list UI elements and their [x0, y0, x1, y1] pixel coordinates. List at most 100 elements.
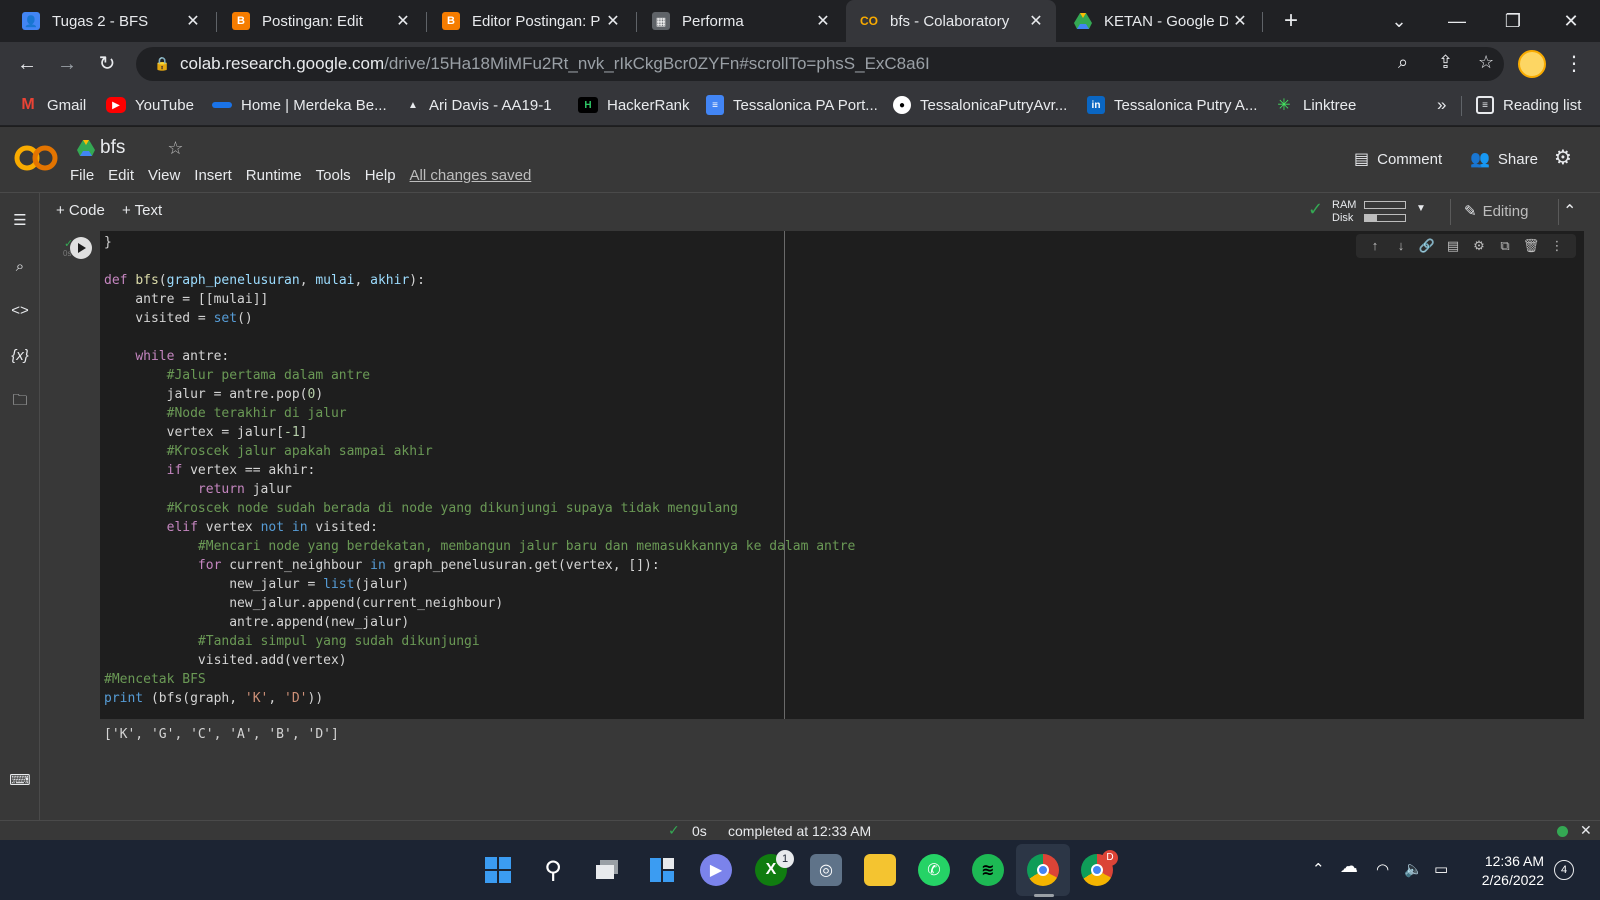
volume-icon[interactable]: 🔈 [1404, 860, 1423, 878]
bookmark-ari-davis[interactable]: ▲ Ari Davis - AA19-1 [406, 86, 552, 124]
cell-settings-icon[interactable]: ⚙ [1466, 234, 1492, 258]
add-text-button[interactable]: + Text [122, 202, 162, 219]
search-icon[interactable]: ⌕ [8, 255, 32, 279]
file-explorer-icon[interactable] [864, 854, 896, 886]
share-page-icon[interactable]: ⇪ [1438, 52, 1453, 73]
collapse-header-icon[interactable]: ⌃ [1563, 201, 1576, 221]
menu-insert[interactable]: Insert [194, 167, 232, 184]
menu-file[interactable]: File [70, 167, 94, 184]
widgets-icon[interactable] [646, 854, 678, 886]
bookmark-youtube[interactable]: ▶ YouTube [106, 86, 194, 124]
chrome-icon[interactable] [1027, 854, 1059, 886]
files-folder-icon[interactable]: 🗀 [8, 389, 32, 413]
code-line: #Mencetak BFS [104, 672, 206, 687]
run-cell-button[interactable] [70, 237, 92, 259]
bookmark-hackerrank[interactable]: H HackerRank [578, 86, 690, 124]
save-status[interactable]: All changes saved [410, 167, 532, 184]
browser-tab[interactable]: 👤 Tugas 2 - BFS ✕ [8, 0, 213, 42]
search-icon[interactable]: ⚲ [537, 854, 569, 886]
browser-tab[interactable]: KETAN - Google Dr ✕ [1060, 0, 1260, 42]
browser-tab[interactable]: ▦ Performa ✕ [638, 0, 843, 42]
reload-icon[interactable]: ↻ [93, 50, 121, 78]
restore-icon[interactable]: ❐ [1498, 8, 1528, 34]
menu-tools[interactable]: Tools [316, 167, 351, 184]
profile-badge: D [1102, 850, 1118, 866]
zoom-icon[interactable]: ⌕ [1398, 52, 1408, 73]
mirror-cell-icon[interactable]: ⧉ [1492, 234, 1518, 258]
menu-view[interactable]: View [148, 167, 180, 184]
menu-edit[interactable]: Edit [108, 167, 134, 184]
resource-monitor[interactable]: RAM Disk ▼ [1332, 199, 1432, 225]
close-status-icon[interactable]: ✕ [1580, 822, 1592, 839]
code-cell[interactable]: ✓ 0s } ​ def bfs(graph_penelusuran, mulai,… [60, 231, 1584, 753]
chevron-down-icon[interactable]: ▼ [1416, 203, 1426, 214]
editing-mode-button[interactable]: ✎ Editing [1464, 202, 1528, 220]
close-icon[interactable]: ✕ [811, 11, 835, 31]
link-icon[interactable]: 🔗 [1414, 234, 1440, 258]
start-icon[interactable] [482, 854, 514, 886]
bookmarks-overflow-button[interactable]: » [1437, 86, 1446, 124]
window-close-icon[interactable]: ✕ [1556, 8, 1586, 34]
notification-count[interactable]: 4 [1554, 860, 1574, 880]
address-bar[interactable]: 🔒 colab.research.google.com/drive/15Ha18… [136, 47, 1504, 81]
pencil-icon: ✎ [1464, 203, 1477, 220]
bookmark-portfolio[interactable]: ≡ Tessalonica PA Port... [706, 86, 878, 124]
table-of-contents-icon[interactable]: ☰ [8, 209, 32, 233]
forward-icon[interactable]: → [53, 50, 81, 78]
close-icon[interactable]: ✕ [181, 11, 205, 31]
close-icon[interactable]: ✕ [1228, 11, 1252, 31]
browser-tab-active[interactable]: CO bfs - Colaboratory ✕ [846, 0, 1056, 42]
bookmark-github[interactable]: ● TessalonicaPutryAvr... [893, 86, 1067, 124]
bookmark-star-icon[interactable]: ☆ [1478, 52, 1494, 73]
clock[interactable]: 12:36 AM 2/26/2022 [1474, 852, 1544, 890]
task-view-icon[interactable] [591, 854, 623, 886]
code-editor[interactable]: } ​ def bfs(graph_penelusuran, mulai, akhi… [100, 231, 1584, 719]
comment-button[interactable]: ▤ Comment [1354, 149, 1442, 169]
delete-icon[interactable]: 🗑 [1518, 234, 1544, 258]
app-icon[interactable]: ◎ [810, 854, 842, 886]
gmail-icon: M [21, 96, 35, 113]
profile-avatar[interactable] [1518, 50, 1546, 78]
teams-chat-icon[interactable]: ▶ [700, 854, 732, 886]
bookmark-merdeka[interactable]: Home | Merdeka Be... [212, 86, 387, 124]
browser-tab[interactable]: B Postingan: Edit ✕ [218, 0, 423, 42]
close-icon[interactable]: ✕ [1024, 11, 1048, 31]
more-menu-icon[interactable]: ⋮ [1560, 50, 1588, 78]
bookmark-gmail[interactable]: M Gmail [18, 86, 86, 124]
bookmark-linktree[interactable]: ✳ Linktree [1274, 86, 1356, 124]
comment-icon: ▤ [1354, 151, 1370, 168]
close-icon[interactable]: ✕ [601, 11, 625, 31]
dashboard-icon: ▦ [652, 12, 670, 30]
close-icon[interactable]: ✕ [391, 11, 415, 31]
more-options-icon[interactable]: ⋮ [1544, 234, 1570, 258]
notebook-title[interactable]: bfs [100, 137, 125, 159]
command-palette-icon[interactable]: ⌨ [8, 769, 32, 793]
back-icon[interactable]: ← [13, 50, 41, 78]
wifi-icon[interactable]: ◠ [1376, 860, 1389, 878]
add-code-button[interactable]: + Code [56, 202, 105, 219]
comment-cell-icon[interactable]: ▤ [1440, 234, 1466, 258]
whatsapp-icon[interactable]: ✆ [918, 854, 950, 886]
tab-search-icon[interactable]: ⌄ [1384, 8, 1414, 34]
new-tab-button[interactable]: + [1276, 8, 1306, 34]
menu-help[interactable]: Help [365, 167, 396, 184]
star-icon[interactable]: ☆ [167, 138, 183, 159]
spotify-icon[interactable]: ≋ [972, 854, 1004, 886]
reading-list-button[interactable]: ≡ Reading list [1476, 86, 1581, 124]
move-up-icon[interactable]: ↑ [1362, 234, 1388, 258]
bookmark-linkedin[interactable]: in Tessalonica Putry A... [1087, 86, 1257, 124]
move-down-icon[interactable]: ↓ [1388, 234, 1414, 258]
minimize-icon[interactable]: — [1442, 8, 1472, 34]
battery-icon[interactable]: ▭ [1434, 860, 1448, 878]
colab-logo-icon[interactable] [14, 143, 58, 173]
onedrive-icon[interactable]: ☁ [1340, 856, 1358, 877]
share-button[interactable]: 👥 Share [1470, 149, 1538, 169]
variables-icon[interactable]: {x} [8, 344, 32, 368]
code-line: } [104, 235, 112, 250]
status-text[interactable]: completed at 12:33 AM [728, 823, 871, 839]
menu-runtime[interactable]: Runtime [246, 167, 302, 184]
browser-tab[interactable]: B Editor Postingan: P ✕ [428, 0, 633, 42]
code-snippets-icon[interactable]: <> [8, 299, 32, 323]
settings-gear-icon[interactable]: ⚙ [1554, 145, 1572, 170]
show-hidden-icons[interactable]: ⌃ [1312, 860, 1325, 878]
